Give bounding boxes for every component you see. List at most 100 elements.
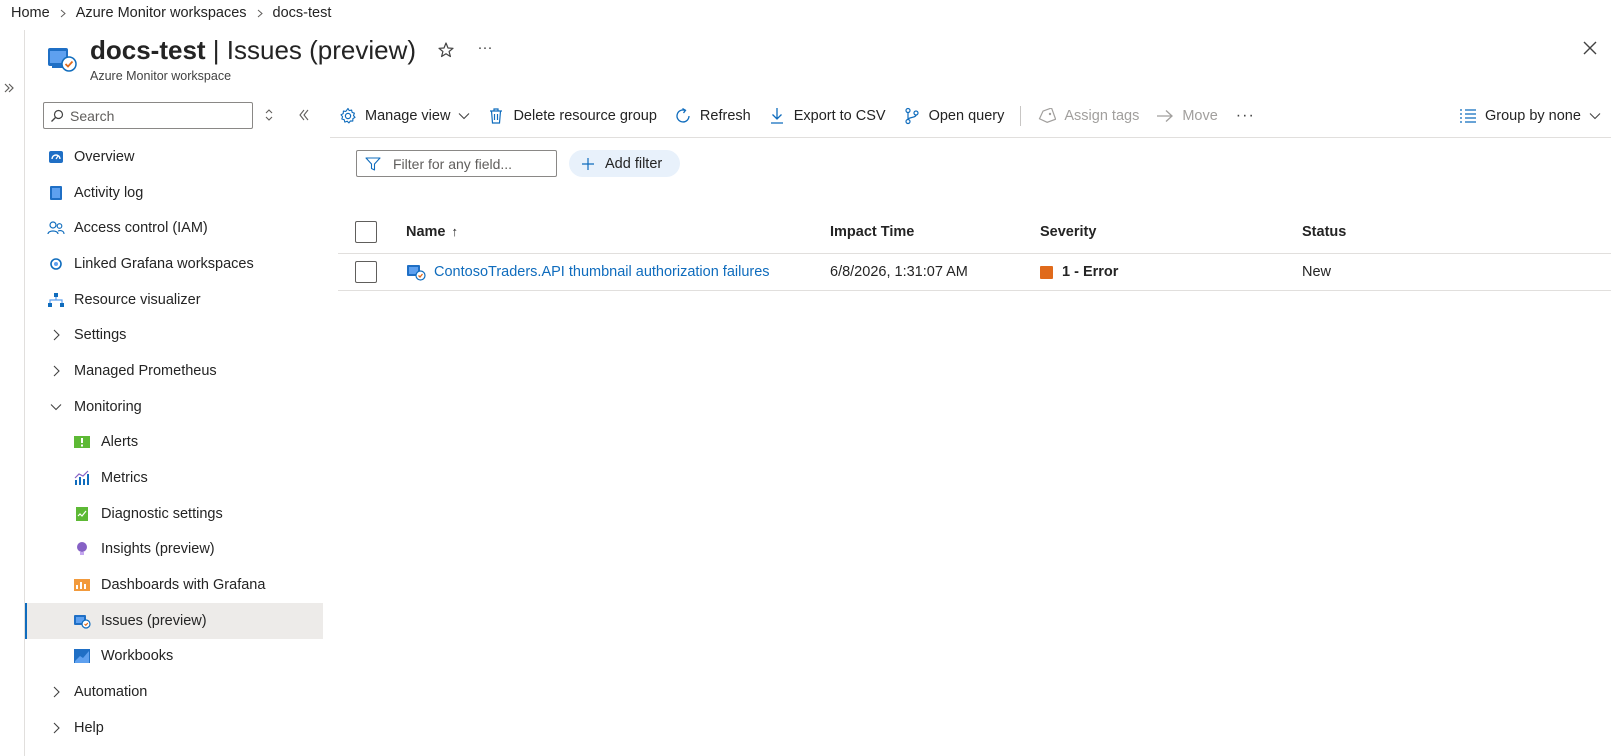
status-value: New bbox=[1302, 264, 1332, 280]
issue-name-link[interactable]: ContosoTraders.API thumbnail authorizati… bbox=[434, 264, 770, 280]
close-icon[interactable] bbox=[1582, 40, 1602, 60]
arrow-right-icon bbox=[1155, 106, 1175, 126]
sidebar-item-help[interactable]: Help bbox=[25, 710, 323, 746]
move-button[interactable]: Move bbox=[1155, 102, 1218, 130]
chevron-down-icon bbox=[1589, 112, 1601, 120]
alerts-icon bbox=[73, 433, 91, 451]
toolbar-divider bbox=[1020, 106, 1022, 126]
sort-ascending-icon: ↑ bbox=[451, 224, 459, 239]
sidebar-item-workbooks[interactable]: Workbooks bbox=[25, 639, 323, 675]
refresh-button[interactable]: Refresh bbox=[673, 102, 751, 130]
sidebar-item-linked-grafana[interactable]: Linked Grafana workspaces bbox=[25, 246, 323, 282]
lightbulb-icon bbox=[73, 540, 91, 558]
metrics-icon bbox=[73, 469, 91, 487]
sidebar-search[interactable] bbox=[43, 102, 253, 129]
sidebar-item-activity-log[interactable]: Activity log bbox=[25, 175, 323, 211]
toolbar-divider-line bbox=[330, 137, 1611, 138]
sidebar-search-input[interactable] bbox=[70, 107, 240, 124]
move-label: Move bbox=[1182, 108, 1218, 124]
manage-view-label: Manage view bbox=[365, 108, 451, 124]
ellipsis-icon[interactable]: ··· bbox=[475, 40, 495, 61]
dashboard-icon bbox=[73, 576, 91, 594]
issues-icon bbox=[73, 612, 91, 630]
delete-resource-group-button[interactable]: Delete resource group bbox=[486, 102, 657, 130]
table-row: ContosoTraders.API thumbnail authorizati… bbox=[338, 254, 1611, 291]
chevron-down-icon bbox=[458, 112, 470, 120]
column-header-status[interactable]: Status bbox=[1302, 210, 1346, 253]
add-filter-button[interactable]: Add filter bbox=[569, 150, 680, 177]
gear-icon bbox=[338, 106, 358, 126]
sidebar-item-dashboards-grafana[interactable]: Dashboards with Grafana bbox=[25, 567, 323, 603]
severity-error-icon bbox=[1040, 265, 1053, 279]
manage-view-button[interactable]: Manage view bbox=[338, 102, 470, 130]
assign-tags-label: Assign tags bbox=[1064, 108, 1140, 124]
export-csv-button[interactable]: Export to CSV bbox=[767, 102, 886, 130]
sidebar-item-automation[interactable]: Automation bbox=[25, 674, 323, 710]
chevron-right-icon bbox=[47, 683, 65, 701]
more-commands-icon[interactable]: ··· bbox=[1236, 107, 1255, 125]
page-title: docs-test | Issues (preview) bbox=[90, 34, 416, 66]
select-all-checkbox[interactable] bbox=[355, 220, 377, 243]
open-query-label: Open query bbox=[928, 108, 1005, 124]
command-bar: Manage view Delete resource group Refres… bbox=[338, 102, 1255, 130]
impact-time-value: 6/8/2026, 1:31:07 AM bbox=[830, 264, 968, 280]
sidebar-item-insights[interactable]: Insights (preview) bbox=[25, 532, 323, 568]
chevron-right-icon bbox=[47, 719, 65, 737]
list-icon bbox=[1459, 106, 1479, 126]
group-by-label: Group by none bbox=[1485, 108, 1581, 124]
column-header-impact-time[interactable]: Impact Time bbox=[830, 210, 914, 253]
query-icon bbox=[902, 106, 922, 126]
collapse-sidebar-icon[interactable] bbox=[297, 108, 313, 124]
export-csv-label: Export to CSV bbox=[793, 108, 886, 124]
breadcrumb-docs-test[interactable]: docs-test bbox=[273, 5, 332, 21]
open-query-button[interactable]: Open query bbox=[902, 102, 1005, 130]
issue-icon bbox=[406, 263, 426, 281]
sidebar-item-access-control[interactable]: Access control (IAM) bbox=[25, 210, 323, 246]
sidebar-item-managed-prometheus[interactable]: Managed Prometheus bbox=[25, 353, 323, 389]
grafana-icon bbox=[47, 255, 65, 273]
sidebar-item-resource-visualizer[interactable]: Resource visualizer bbox=[25, 282, 323, 318]
assign-tags-button[interactable]: Assign tags bbox=[1037, 102, 1139, 130]
breadcrumb-home[interactable]: Home bbox=[11, 5, 50, 21]
breadcrumb-azure-monitor-workspaces[interactable]: Azure Monitor workspaces bbox=[76, 5, 247, 21]
filter-box[interactable] bbox=[356, 150, 557, 177]
sidebar-item-issues[interactable]: Issues (preview) bbox=[25, 602, 323, 639]
activity-log-icon bbox=[47, 184, 65, 202]
sort-icon[interactable] bbox=[264, 108, 278, 124]
expand-menu-icon[interactable] bbox=[3, 82, 21, 100]
sidebar-item-metrics[interactable]: Metrics bbox=[25, 460, 323, 496]
azure-monitor-workspace-icon bbox=[46, 42, 78, 74]
plus-icon bbox=[581, 157, 595, 171]
overview-icon bbox=[47, 148, 65, 166]
refresh-label: Refresh bbox=[699, 108, 751, 124]
star-icon[interactable] bbox=[437, 41, 457, 61]
sidebar-nav: Overview Activity log Access control (IA… bbox=[25, 139, 323, 746]
row-checkbox[interactable] bbox=[355, 261, 377, 283]
sidebar-item-monitoring[interactable]: Monitoring bbox=[25, 389, 323, 425]
severity-cell: 1 - Error bbox=[1040, 254, 1118, 290]
trash-icon bbox=[486, 106, 506, 126]
chevron-right-icon bbox=[60, 9, 66, 18]
diagnostic-icon bbox=[73, 505, 91, 523]
sidebar-item-overview[interactable]: Overview bbox=[25, 139, 323, 175]
sidebar-item-alerts[interactable]: Alerts bbox=[25, 425, 323, 461]
column-header-name[interactable]: Name ↑ bbox=[406, 210, 458, 253]
refresh-icon bbox=[673, 106, 693, 126]
filter-input[interactable] bbox=[393, 155, 553, 172]
delete-resource-group-label: Delete resource group bbox=[513, 108, 657, 124]
chevron-right-icon bbox=[47, 326, 65, 344]
resource-type: Azure Monitor workspace bbox=[90, 69, 232, 83]
hierarchy-icon bbox=[47, 291, 65, 309]
sidebar-item-settings[interactable]: Settings bbox=[25, 317, 323, 353]
group-by-button[interactable]: Group by none bbox=[1459, 102, 1601, 130]
table-header: Name ↑ Impact Time Severity Status bbox=[338, 210, 1611, 254]
title-separator: | bbox=[205, 35, 227, 65]
sidebar-item-diagnostic-settings[interactable]: Diagnostic settings bbox=[25, 496, 323, 532]
page-name: Issues (preview) bbox=[226, 35, 417, 65]
portal-menu-strip bbox=[0, 30, 25, 756]
search-icon bbox=[50, 109, 64, 123]
breadcrumb: Home Azure Monitor workspaces docs-test bbox=[11, 3, 331, 23]
workbooks-icon bbox=[73, 647, 91, 665]
column-header-severity[interactable]: Severity bbox=[1040, 210, 1096, 253]
issues-table: Name ↑ Impact Time Severity Status Conto… bbox=[338, 210, 1611, 291]
